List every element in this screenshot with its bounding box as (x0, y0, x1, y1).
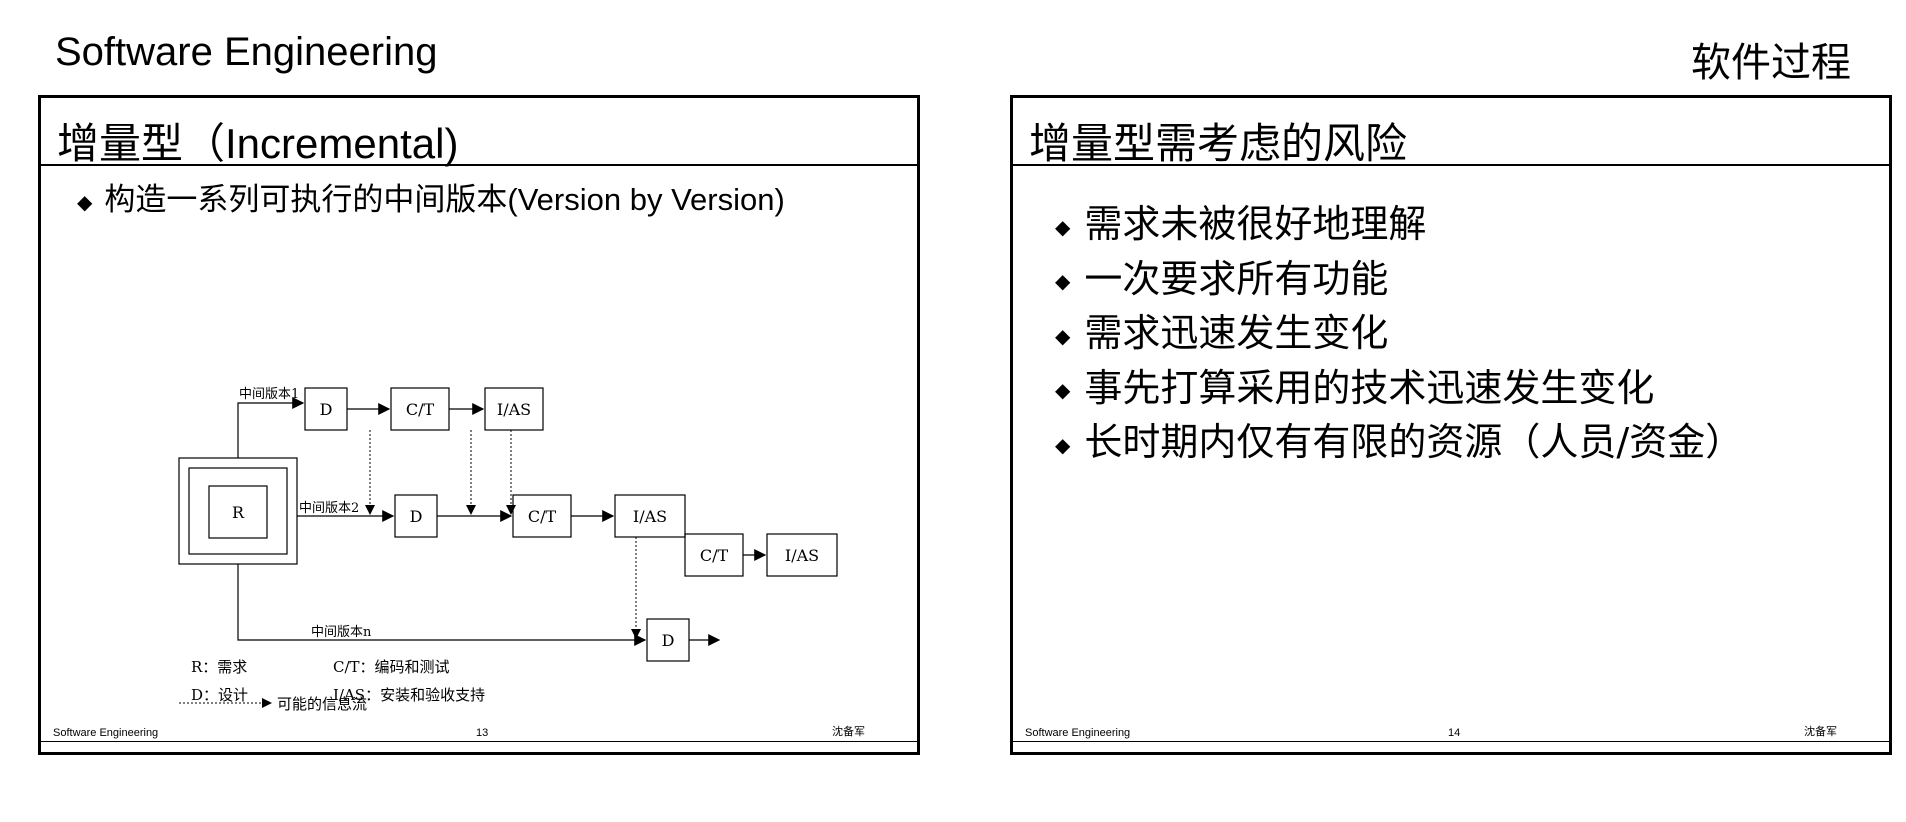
slide-footer: Software Engineering 14 沈备军 (1013, 723, 1889, 742)
svg-text:R：需求: R：需求 (191, 658, 247, 676)
diamond-bullet-icon: ◆ (1055, 214, 1071, 239)
svg-text:I/AS: I/AS (785, 546, 819, 565)
diamond-bullet-icon: ◆ (1055, 323, 1071, 348)
page-header-title: Software Engineering (55, 30, 438, 74)
footer-page-number: 13 (476, 727, 489, 739)
diamond-bullet-icon: ◆ (1055, 378, 1071, 402)
svg-text:C/T: C/T (700, 546, 729, 565)
page-header-section: 软件过程 (1691, 40, 1851, 86)
title-divider (1013, 164, 1889, 166)
footer-course: Software Engineering (1025, 727, 1131, 739)
diamond-bullet-icon: ◆ (1055, 432, 1071, 457)
slide-title: 增量型需考虑的风险 (1029, 119, 1408, 168)
slide-footer: Software Engineering 13 沈备军 (41, 723, 917, 742)
list-item: ◆ 需求迅速发生变化 (1055, 307, 1743, 362)
footer-page-number: 14 (1448, 727, 1461, 739)
footer-course: Software Engineering (53, 727, 159, 739)
svg-text:I/AS：安装和验收支持: I/AS：安装和验收支持 (333, 686, 485, 704)
svg-text:D：设计: D：设计 (191, 686, 248, 704)
list-item: ◆ 长时期内仅有有限的资源（人员/资金） (1055, 416, 1743, 471)
footer-author: 沈备军 (832, 726, 865, 738)
diamond-bullet-icon: ◆ (1055, 269, 1071, 293)
footer-author: 沈备军 (1804, 726, 1837, 738)
list-item: ◆ 事先打算采用的技术迅速发生变化 (1055, 362, 1743, 417)
diagram-overlay: C/T I/AS R：需求 C/T：编码和测试 D：设计 I/AS：安装和验收支… (191, 533, 838, 704)
svg-text:C/T：编码和测试: C/T：编码和测试 (333, 658, 450, 676)
list-item: ◆ 一次要求所有功能 (1055, 253, 1743, 308)
list-item: ◆ 需求未被很好地理解 (1055, 198, 1743, 253)
slide-14: 增量型需考虑的风险 ◆ 需求未被很好地理解 ◆ 一次要求所有功能 ◆ 需求迅速发生变化… (1010, 95, 1892, 755)
slide-13: 增量型（Incremental) ◆ 构造一系列可执行的中间版本(Version … (38, 95, 920, 755)
risk-list: ◆ 需求未被很好地理解 ◆ 一次要求所有功能 ◆ 需求迅速发生变化 ◆ 事先打算采用的技… (1055, 198, 1743, 471)
